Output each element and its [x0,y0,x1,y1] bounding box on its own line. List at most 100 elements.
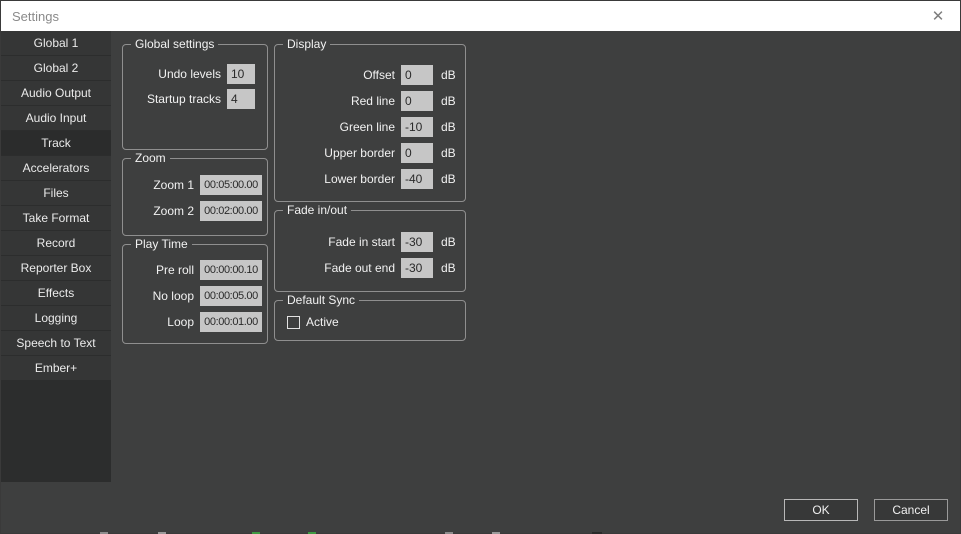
value-input[interactable] [200,175,262,195]
group-rows: Undo levels Startup tracks [123,64,255,109]
sidebar-item-label: Speech to Text [16,336,95,350]
sidebar-item-label: Effects [38,286,74,300]
settings-row: Offset dB [275,65,461,85]
sidebar-item[interactable]: Global 1 [1,31,111,55]
sidebar-item-label: Audio Input [26,111,87,125]
sidebar-item[interactable]: Audio Output [1,81,111,105]
unit-label: dB [441,94,461,108]
field-label: Undo levels [158,67,221,81]
value-input[interactable] [200,312,262,332]
value-input[interactable] [401,65,433,85]
checkbox-label: Active [306,315,339,329]
sidebar-item[interactable]: Audio Input [1,106,111,130]
settings-row: Startup tracks [123,89,255,109]
field-label: Fade out end [324,261,395,275]
titlebar[interactable]: Settings ✕ [1,1,960,31]
sidebar-item[interactable]: Reporter Box [1,256,111,280]
settings-row: Pre roll [123,260,262,280]
sidebar: Global 1 Global 2 Audio Output Audio Inp… [1,31,111,482]
value-input[interactable] [401,117,433,137]
sidebar-item-label: Logging [35,311,78,325]
ok-button[interactable]: OK [784,499,858,521]
field-label: Zoom 1 [153,178,194,192]
group-title: Default Sync [283,293,359,307]
value-input[interactable] [227,64,255,84]
active-checkbox[interactable] [287,316,300,329]
value-input[interactable] [401,258,433,278]
group-fade-in-out: Fade in/out Fade in start dB Fade out en… [274,210,466,292]
sidebar-item[interactable]: Files [1,181,111,205]
sidebar-item-label: Ember+ [35,361,77,375]
settings-row: Red line dB [275,91,461,111]
cancel-button[interactable]: Cancel [874,499,948,521]
settings-row: Green line dB [275,117,461,137]
settings-row: Zoom 2 [123,201,262,221]
group-title: Global settings [131,37,218,51]
unit-label: dB [441,146,461,160]
field-label: Lower border [324,172,395,186]
value-input[interactable] [401,232,433,252]
sidebar-item[interactable]: Effects [1,281,111,305]
sidebar-item-label: Accelerators [23,161,90,175]
settings-row: Upper border dB [275,143,461,163]
field-label: Fade in start [328,235,395,249]
sidebar-item-label: Global 2 [34,61,79,75]
group-title: Display [283,37,330,51]
group-global-settings: Global settings Undo levels Startup trac… [122,44,268,150]
field-label: Pre roll [156,263,194,277]
active-check-row: Active [287,315,465,329]
value-input[interactable] [401,91,433,111]
unit-label: dB [441,172,461,186]
settings-dialog: Settings ✕ Global 1 Global 2 Audio Outpu… [0,0,961,534]
value-input[interactable] [227,89,255,109]
group-rows: Fade in start dB Fade out end dB [275,232,461,278]
unit-label: dB [441,120,461,134]
field-label: Loop [167,315,194,329]
sidebar-item-label: Track [41,136,71,150]
value-input[interactable] [401,169,433,189]
group-display: Display Offset dB Red line dB Green line… [274,44,466,202]
sidebar-item[interactable]: Record [1,231,111,255]
sidebar-item-label: Take Format [23,211,90,225]
unit-label: dB [441,261,461,275]
field-label: No loop [153,289,194,303]
close-icon[interactable]: ✕ [916,1,960,31]
sidebar-item-label: Audio Output [21,86,91,100]
value-input[interactable] [200,260,262,280]
sidebar-item-label: Files [43,186,68,200]
unit-label: dB [441,68,461,82]
field-label: Green line [340,120,395,134]
group-zoom: Zoom Zoom 1 Zoom 2 [122,158,268,236]
settings-row: Zoom 1 [123,175,262,195]
sidebar-item-label: Reporter Box [21,261,92,275]
group-title: Fade in/out [283,203,351,217]
settings-row: No loop [123,286,262,306]
sidebar-item[interactable]: Ember+ [1,356,111,380]
group-rows: Pre roll No loop Loop [123,260,262,332]
sidebar-item[interactable]: Global 2 [1,56,111,80]
group-title: Play Time [131,237,192,251]
settings-row: Fade out end dB [275,258,461,278]
field-label: Zoom 2 [153,204,194,218]
unit-label: dB [441,235,461,249]
group-default-sync: Default Sync Active [274,300,466,341]
value-input[interactable] [200,286,262,306]
sidebar-item-label: Global 1 [34,36,79,50]
field-label: Upper border [324,146,395,160]
value-input[interactable] [200,201,262,221]
field-label: Startup tracks [147,92,221,106]
group-title: Zoom [131,151,170,165]
window-title: Settings [12,9,59,24]
field-label: Red line [351,94,395,108]
field-label: Offset [363,68,395,82]
sidebar-item[interactable]: Accelerators [1,156,111,180]
settings-row: Fade in start dB [275,232,461,252]
group-rows: Offset dB Red line dB Green line dB Uppe… [275,65,461,189]
group-play-time: Play Time Pre roll No loop Loop [122,244,268,344]
sidebar-item[interactable]: Take Format [1,206,111,230]
sidebar-item[interactable]: Track [1,131,111,155]
sidebar-item-label: Record [37,236,76,250]
sidebar-item[interactable]: Logging [1,306,111,330]
sidebar-item[interactable]: Speech to Text [1,331,111,355]
value-input[interactable] [401,143,433,163]
